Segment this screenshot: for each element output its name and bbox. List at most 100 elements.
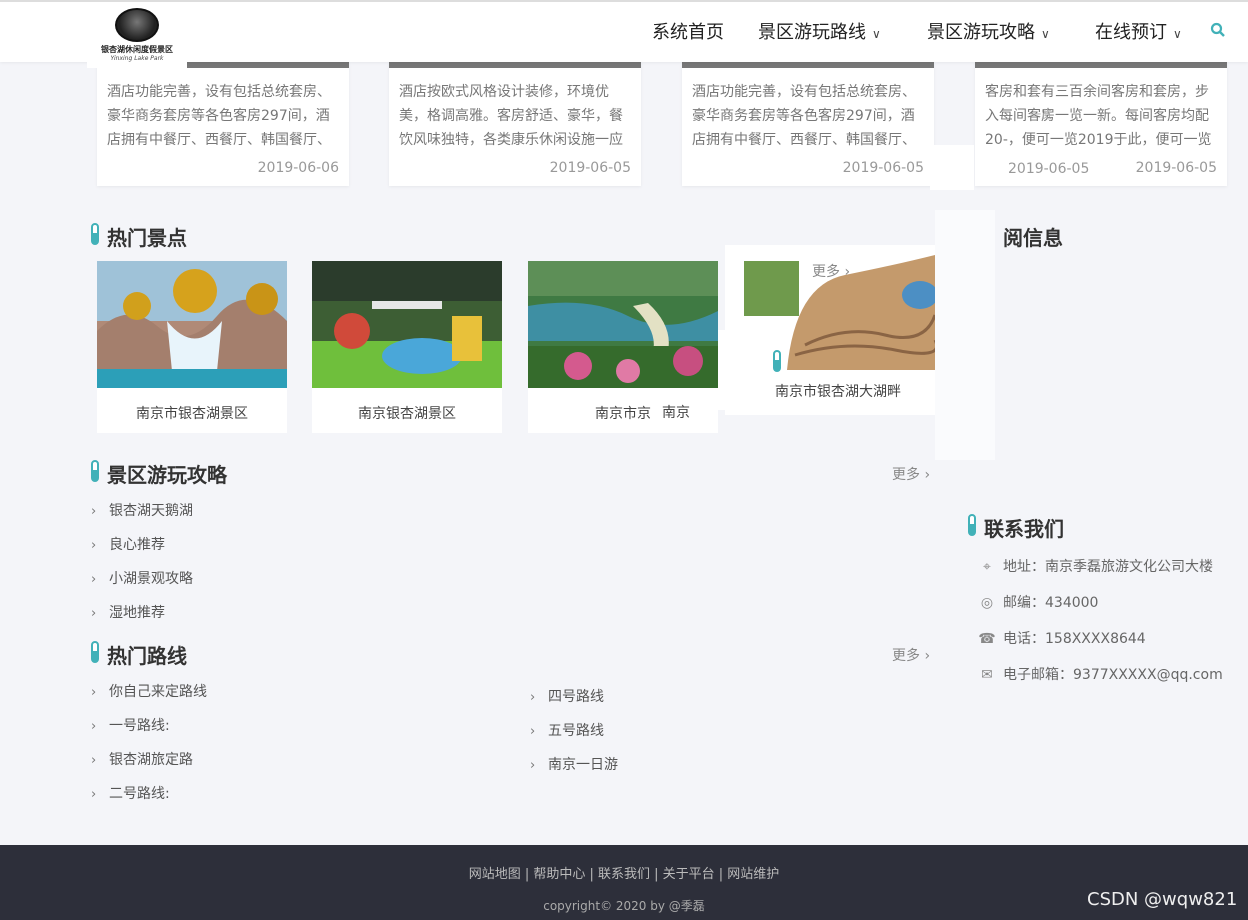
chevron-right-icon: › — [91, 753, 97, 768]
spot-photo-playground — [312, 261, 502, 388]
render-glitch — [930, 145, 974, 190]
card-date: 2019-06-06 — [257, 160, 339, 176]
contact-text: 电子邮箱：9377XXXXX@qq.com — [1003, 667, 1223, 683]
contact-text: 邮编：434000 — [1003, 595, 1099, 611]
chevron-right-icon: › — [91, 685, 97, 700]
nav-routes[interactable]: 景区游玩路线 ∨ — [758, 18, 881, 44]
route-item-label: 五号路线 — [548, 723, 604, 739]
chevron-down-icon: ∨ — [1173, 27, 1182, 41]
section-title-hot-spots: 热门景点 — [107, 226, 187, 250]
nav-guides-label: 景区游玩攻略 — [927, 22, 1035, 43]
chevron-right-icon: › — [91, 504, 97, 519]
chevron-right-icon: › — [91, 719, 97, 734]
chevron-right-icon: › — [844, 264, 851, 280]
card-excerpt: 酒店功能完善，设有包括总统套房、豪华商务套房等各色客房297间，酒店拥有中餐厅、… — [107, 84, 331, 148]
section-title-guides: 景区游玩攻略 — [107, 463, 227, 487]
section-marker-icon — [91, 641, 99, 663]
card-fragment: 一览 — [1030, 108, 1052, 121]
spot-caption: 南京银杏湖景区 — [358, 406, 456, 422]
nav-home-label: 系统首页 — [652, 22, 724, 43]
chevron-right-icon: › — [91, 606, 97, 621]
chevron-right-icon: › — [91, 538, 97, 553]
chevron-right-icon: › — [924, 467, 931, 483]
guide-item-label: 良心推荐 — [109, 537, 165, 553]
routes-more-link[interactable]: 更多 › — [892, 645, 930, 665]
contact-text: 地址：南京季磊旅游文化公司大楼 — [1003, 559, 1213, 575]
guide-item[interactable]: › 银杏湖天鹅湖 — [91, 500, 193, 520]
guide-item-label: 银杏湖天鹅湖 — [109, 503, 193, 519]
route-item-label: 二号路线: — [109, 786, 170, 802]
route-item-label: 南京一日游 — [548, 757, 618, 773]
spot-card[interactable]: 南京银杏湖景区 — [312, 261, 502, 433]
route-item[interactable]: › 银杏湖旅定路 — [91, 749, 193, 769]
render-glitch — [935, 210, 995, 460]
contact-text: 电话：158XXXX8644 — [1003, 631, 1146, 647]
route-item[interactable]: › 你自己来定路线 — [91, 681, 207, 701]
guide-item-label: 小湖景观攻略 — [109, 571, 193, 587]
guide-item[interactable]: › 小湖景观攻略 — [91, 568, 193, 588]
guide-item[interactable]: › 良心推荐 — [91, 534, 165, 554]
phone-icon: ☎ — [978, 631, 996, 647]
route-item-label: 四号路线 — [548, 689, 604, 705]
more-label: 更多 — [892, 467, 920, 483]
guide-item[interactable]: › 湿地推荐 — [91, 602, 165, 622]
contact-postcode: ◎ 邮编：434000 — [978, 592, 1099, 612]
hotel-card[interactable]: 酒店功能完善，设有包括总统套房、豪华商务套房等各色客房297间，酒店拥有中餐厅、… — [97, 62, 349, 186]
chevron-right-icon: › — [91, 572, 97, 587]
route-item[interactable]: › 南京一日游 — [530, 754, 618, 774]
section-title-routes: 热门路线 — [107, 644, 187, 668]
nav-booking-label: 在线预订 — [1095, 22, 1167, 43]
route-item-label: 银杏湖旅定路 — [109, 752, 193, 768]
nav-routes-label: 景区游玩路线 — [758, 22, 866, 43]
chevron-right-icon: › — [530, 690, 536, 705]
spot-caption-fragment: 南京 — [662, 405, 690, 421]
route-item[interactable]: › 五号路线 — [530, 720, 604, 740]
spot-card[interactable]: 南京市银杏湖景区 — [97, 261, 287, 433]
section-marker-icon — [968, 514, 976, 536]
contact-address: ⌖ 地址：南京季磊旅游文化公司大楼 — [978, 556, 1213, 576]
compass-icon: ◎ — [980, 595, 994, 611]
contact-email[interactable]: ✉ 电子邮箱：9377XXXXX@qq.com — [978, 664, 1223, 684]
card-date-ghost: 2019-06-05 — [1008, 161, 1090, 177]
hotel-card[interactable]: 酒店按欧式风格设计装修，环境优美，格调高雅。客房舒适、豪华，餐饮风味独特，各类康… — [389, 62, 641, 186]
card-excerpt: 酒店按欧式风格设计装修，环境优美，格调高雅。客房舒适、豪华，餐饮风味独特，各类康… — [399, 84, 623, 148]
card-excerpt: 酒店功能完善，设有包括总统套房、豪华商务套房等各色客房297间，酒店拥有中餐厅、… — [692, 84, 916, 148]
route-item[interactable]: › 四号路线 — [530, 686, 604, 706]
nav-booking[interactable]: 在线预订 ∨ — [1095, 18, 1182, 44]
route-item[interactable]: › 二号路线: — [91, 783, 170, 803]
route-item[interactable]: › 一号路线: — [91, 715, 170, 735]
spot-caption: 南京市银杏湖景区 — [136, 406, 248, 422]
card-date: 2019-06-05 — [842, 160, 924, 176]
top-navbar — [0, 0, 1248, 62]
hotel-card[interactable]: 酒店功能完善，设有包括总统套房、豪华商务套房等各色客房297间，酒店拥有中餐厅、… — [682, 62, 934, 186]
card-date: 2019-06-05 — [549, 160, 631, 176]
card-date: 2019-06-05 — [1135, 160, 1217, 176]
chevron-right-icon: › — [530, 724, 536, 739]
footer-copyright: copyright© 2020 by @季磊 — [543, 899, 705, 913]
spot-photo-dragon — [97, 261, 287, 388]
chevron-right-icon: › — [91, 787, 97, 802]
chevron-down-icon: ∨ — [872, 27, 881, 41]
search-icon[interactable] — [1210, 22, 1226, 38]
chevron-right-icon: › — [924, 648, 931, 664]
section-marker-icon — [91, 223, 99, 245]
section-title-contact: 联系我们 — [984, 517, 1064, 541]
logo-emblem-icon — [115, 8, 159, 42]
spot-photo-lake — [528, 261, 718, 388]
route-item-label: 一号路线: — [109, 718, 170, 734]
card-excerpt: 客房和套有三百余间客房和套房，步入每间客房一览一新。每间客房均配20-，便可一览… — [985, 84, 1212, 148]
route-item-label: 你自己来定路线 — [109, 684, 207, 700]
footer-links[interactable]: 网站地图 | 帮助中心 | 联系我们 | 关于平台 | 网站维护 — [0, 863, 1248, 882]
nav-guides[interactable]: 景区游玩攻略 ∨ — [927, 18, 1050, 44]
map-pin-icon: ⌖ — [983, 559, 991, 575]
chevron-right-icon: › — [530, 758, 536, 773]
chevron-down-icon: ∨ — [1041, 27, 1050, 41]
guide-item-label: 湿地推荐 — [109, 605, 165, 621]
nav-home[interactable]: 系统首页 — [652, 18, 724, 44]
site-logo[interactable]: 银杏湖休闲度假景区 Yinxing Lake Park — [87, 2, 187, 68]
spot-caption: 南京市银杏湖大湖畔 — [775, 384, 901, 400]
hot-spots-more-link[interactable]: 更多 › — [812, 261, 850, 281]
logo-title: 银杏湖休闲度假景区 — [101, 45, 173, 54]
more-label: 更多 — [812, 264, 840, 280]
guides-more-link[interactable]: 更多 › — [892, 464, 930, 484]
